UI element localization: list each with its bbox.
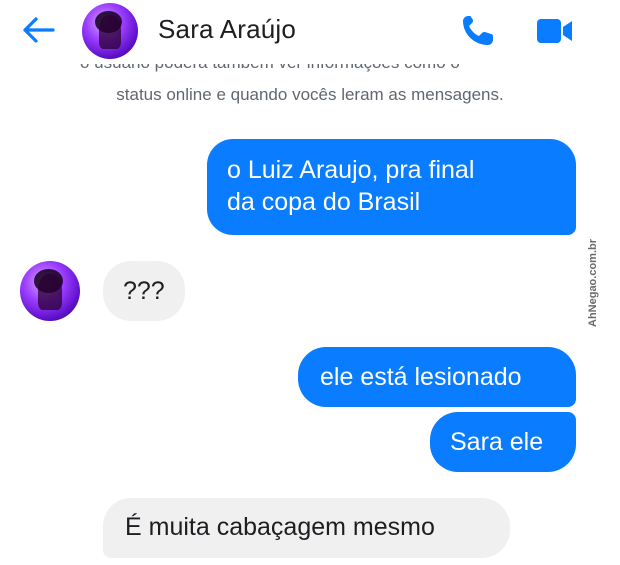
- message-bubble-received[interactable]: ???: [103, 261, 185, 321]
- message-bubble-received[interactable]: É muita cabaçagem mesmo: [103, 498, 510, 558]
- voice-call-button[interactable]: [458, 12, 498, 50]
- contact-name[interactable]: Sara Araújo: [158, 14, 296, 45]
- message-bubble-sent[interactable]: ele está lesionado: [298, 347, 576, 407]
- contact-avatar-small[interactable]: [20, 261, 80, 321]
- message-bubble-sent[interactable]: o Luiz Araujo, pra final da copa do Bras…: [207, 139, 576, 235]
- video-call-button[interactable]: [535, 14, 575, 48]
- message-text: da copa do Brasil: [227, 188, 421, 216]
- message-bubble-sent[interactable]: Sara ele: [430, 412, 576, 472]
- video-camera-icon: [537, 19, 572, 43]
- message-text: Sara ele: [450, 428, 544, 456]
- message-text: ???: [123, 277, 165, 305]
- bottom-edge: [0, 560, 620, 565]
- back-button[interactable]: [20, 14, 56, 46]
- message-text: ele está lesionado: [320, 363, 522, 391]
- watermark: AhNegao.com.br: [584, 229, 602, 337]
- notice-text: status online e quando vocês leram as me…: [116, 85, 504, 104]
- phone-icon: [463, 16, 493, 45]
- notice-previous-line: o usuário poderá também ver informações …: [0, 64, 620, 76]
- back-arrow-icon: [23, 17, 55, 43]
- message-text: o Luiz Araujo, pra final: [227, 156, 475, 184]
- chat-header: Sara Araújo: [0, 0, 620, 62]
- message-text: É muita cabaçagem mesmo: [125, 513, 435, 541]
- contact-avatar[interactable]: [82, 3, 138, 59]
